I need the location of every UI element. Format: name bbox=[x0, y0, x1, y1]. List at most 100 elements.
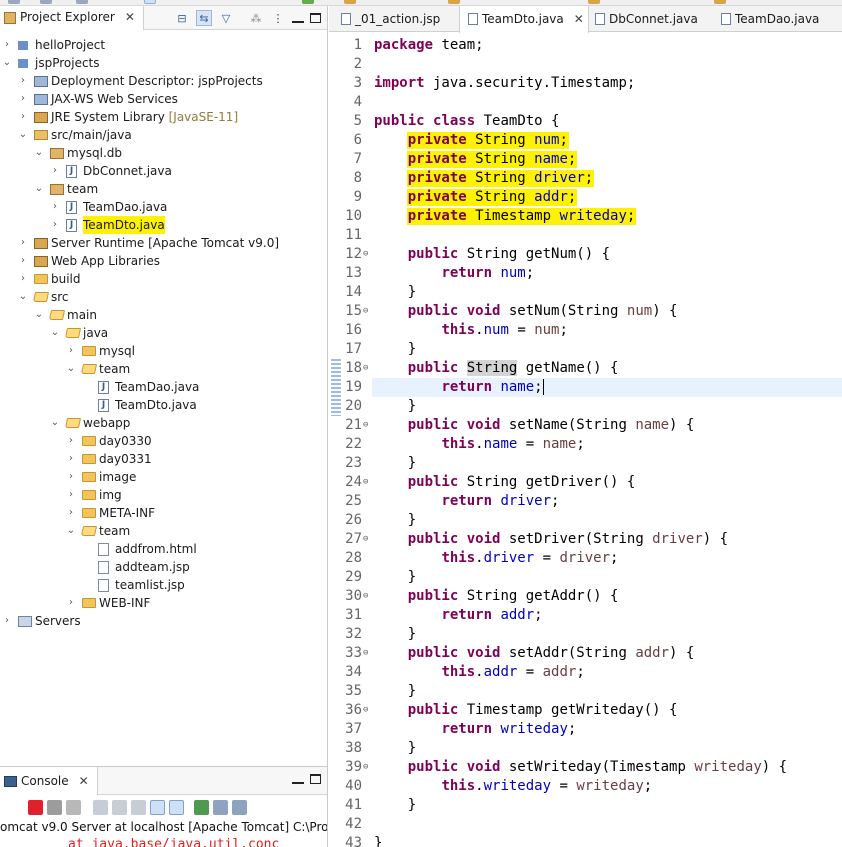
chevron-right-icon[interactable]: › bbox=[66, 594, 76, 612]
chevron-down-icon[interactable]: ⌄ bbox=[50, 414, 60, 432]
tree-item[interactable]: › Server Runtime [Apache Tomcat v9.0] bbox=[0, 234, 327, 252]
tree-item[interactable]: ⌄ main bbox=[0, 306, 327, 324]
remove-launch-icon[interactable] bbox=[47, 799, 62, 815]
clear-console-icon[interactable] bbox=[93, 799, 108, 815]
tree-item[interactable]: ⌄ src/main/java bbox=[0, 126, 327, 144]
tree-item[interactable]: › JAX-WS Web Services bbox=[0, 90, 327, 108]
tab-console[interactable]: Console ✕ bbox=[0, 767, 98, 795]
fold-icon[interactable]: ⊖ bbox=[363, 473, 368, 492]
chevron-right-icon[interactable]: › bbox=[18, 234, 28, 252]
word-wrap-icon[interactable] bbox=[131, 799, 146, 815]
tree-item[interactable]: ⌄ src bbox=[0, 288, 327, 306]
tree-item[interactable]: › Servers bbox=[0, 612, 327, 630]
show-console-stdout-icon[interactable] bbox=[150, 799, 165, 815]
close-icon[interactable]: ✕ bbox=[125, 10, 135, 24]
tree-item[interactable]: › J DbConnet.java bbox=[0, 162, 327, 180]
code-editor[interactable]: 1 2 3 4 5 6 7 8 9 10 11 12 ⊖ 13 14 15 ⊖ 16 17 18 ⊖ 19 20 21 ⊖ 22 2… bbox=[329, 36, 842, 847]
collapse-all-icon[interactable]: ⊟ bbox=[174, 10, 190, 26]
open-console-icon[interactable] bbox=[232, 799, 247, 815]
chevron-right-icon[interactable]: › bbox=[2, 612, 12, 630]
chevron-down-icon[interactable]: ⌄ bbox=[66, 522, 76, 540]
toolbar-icon[interactable] bbox=[144, 0, 156, 4]
chevron-right-icon[interactable]: › bbox=[18, 72, 28, 90]
tree-item[interactable]: teamlist.jsp bbox=[0, 576, 327, 594]
chevron-down-icon[interactable]: ⌄ bbox=[66, 360, 76, 378]
chevron-right-icon[interactable]: › bbox=[18, 108, 28, 126]
chevron-right-icon[interactable]: › bbox=[66, 432, 76, 450]
display-selected-console-icon[interactable] bbox=[213, 799, 228, 815]
terminate-icon[interactable] bbox=[28, 799, 43, 815]
fold-icon[interactable]: ⊖ bbox=[363, 416, 368, 435]
filter-icon[interactable]: ▽ bbox=[218, 10, 234, 26]
fold-icon[interactable]: ⊖ bbox=[363, 359, 368, 378]
tree-item[interactable]: ⌄ java bbox=[0, 324, 327, 342]
tree-item[interactable]: › JRE System Library [JavaSE-11] bbox=[0, 108, 327, 126]
fold-icon[interactable]: ⊖ bbox=[363, 530, 368, 549]
fold-icon[interactable]: ⊖ bbox=[363, 302, 368, 321]
chevron-down-icon[interactable]: ⌄ bbox=[34, 180, 44, 198]
remove-all-launches-icon[interactable] bbox=[66, 799, 81, 815]
toolbar-icon[interactable] bbox=[588, 0, 600, 4]
view-menu-icon[interactable]: ⋮ bbox=[270, 10, 286, 26]
tree-item[interactable]: › J TeamDao.java bbox=[0, 198, 327, 216]
tree-item[interactable]: › day0330 bbox=[0, 432, 327, 450]
chevron-right-icon[interactable]: › bbox=[66, 504, 76, 522]
maximize-icon[interactable] bbox=[310, 774, 321, 784]
toolbar-icon[interactable] bbox=[714, 0, 726, 4]
minimize-icon[interactable] bbox=[292, 21, 304, 23]
toolbar-icon[interactable] bbox=[8, 0, 20, 4]
editor-tab[interactable]: _01_action.jsp bbox=[333, 6, 444, 32]
chevron-right-icon[interactable]: › bbox=[18, 270, 28, 288]
chevron-right-icon[interactable]: › bbox=[50, 216, 60, 234]
chevron-right-icon[interactable]: › bbox=[18, 252, 28, 270]
tree-item[interactable]: ⌄ mysql.db bbox=[0, 144, 327, 162]
chevron-right-icon[interactable]: › bbox=[50, 198, 60, 216]
chevron-down-icon[interactable]: ⌄ bbox=[18, 126, 28, 144]
chevron-right-icon[interactable]: › bbox=[66, 486, 76, 504]
tree-item[interactable]: ⌄ webapp bbox=[0, 414, 327, 432]
close-icon[interactable]: ✕ bbox=[79, 774, 89, 788]
tree-item[interactable]: › helloProject bbox=[0, 36, 327, 54]
toolbar-icon[interactable] bbox=[344, 0, 356, 4]
toolbar-icon[interactable] bbox=[40, 0, 52, 4]
maximize-icon[interactable] bbox=[310, 13, 321, 23]
chevron-right-icon[interactable]: › bbox=[2, 36, 12, 54]
chevron-down-icon[interactable]: ⌄ bbox=[50, 324, 60, 342]
tree-item[interactable]: J TeamDto.java bbox=[0, 396, 327, 414]
tree-item[interactable]: ⌄ team bbox=[0, 360, 327, 378]
chevron-right-icon[interactable]: › bbox=[50, 162, 60, 180]
tab-project-explorer[interactable]: Project Explorer ✕ bbox=[0, 6, 144, 30]
editor-tab[interactable]: TeamDao.java bbox=[713, 6, 823, 32]
fold-icon[interactable]: ⊖ bbox=[363, 644, 368, 663]
chevron-right-icon[interactable]: › bbox=[66, 450, 76, 468]
tree-item[interactable]: › Web App Libraries bbox=[0, 252, 327, 270]
tree-item[interactable]: › build bbox=[0, 270, 327, 288]
pin-console-icon[interactable] bbox=[194, 799, 209, 815]
chevron-right-icon[interactable]: › bbox=[66, 342, 76, 360]
tree-item[interactable]: › META-INF bbox=[0, 504, 327, 522]
show-console-stderr-icon[interactable] bbox=[169, 799, 184, 815]
chevron-right-icon[interactable]: › bbox=[18, 90, 28, 108]
tree-item[interactable]: ⌄ jspProjects bbox=[0, 54, 327, 72]
tree-item[interactable]: › image bbox=[0, 468, 327, 486]
tree-item[interactable]: addfrom.html bbox=[0, 540, 327, 558]
tree-item[interactable]: › day0331 bbox=[0, 450, 327, 468]
tree-item[interactable]: addteam.jsp bbox=[0, 558, 327, 576]
chevron-down-icon[interactable]: ⌄ bbox=[18, 288, 28, 306]
toolbar-icon[interactable] bbox=[448, 0, 460, 4]
close-icon[interactable]: ✕ bbox=[574, 12, 584, 33]
tree-item[interactable]: ⌄ team bbox=[0, 522, 327, 540]
tree-item[interactable]: J TeamDao.java bbox=[0, 378, 327, 396]
fold-icon[interactable]: ⊖ bbox=[363, 245, 368, 264]
tree-item[interactable]: › J TeamDto.java bbox=[0, 216, 327, 234]
tree-item[interactable]: › Deployment Descriptor: jspProjects bbox=[0, 72, 327, 90]
link-with-editor-icon[interactable]: ⇆ bbox=[196, 10, 212, 26]
chevron-down-icon[interactable]: ⌄ bbox=[2, 54, 12, 72]
chevron-down-icon[interactable]: ⌄ bbox=[34, 144, 44, 162]
tree-item[interactable]: › WEB-INF bbox=[0, 594, 327, 612]
editor-tab[interactable]: DbConnet.java bbox=[587, 6, 702, 32]
fold-icon[interactable]: ⊖ bbox=[363, 701, 368, 720]
toolbar-icon[interactable] bbox=[302, 0, 314, 4]
focus-icon[interactable]: ⁂ bbox=[248, 10, 264, 26]
tree-item[interactable]: › img bbox=[0, 486, 327, 504]
